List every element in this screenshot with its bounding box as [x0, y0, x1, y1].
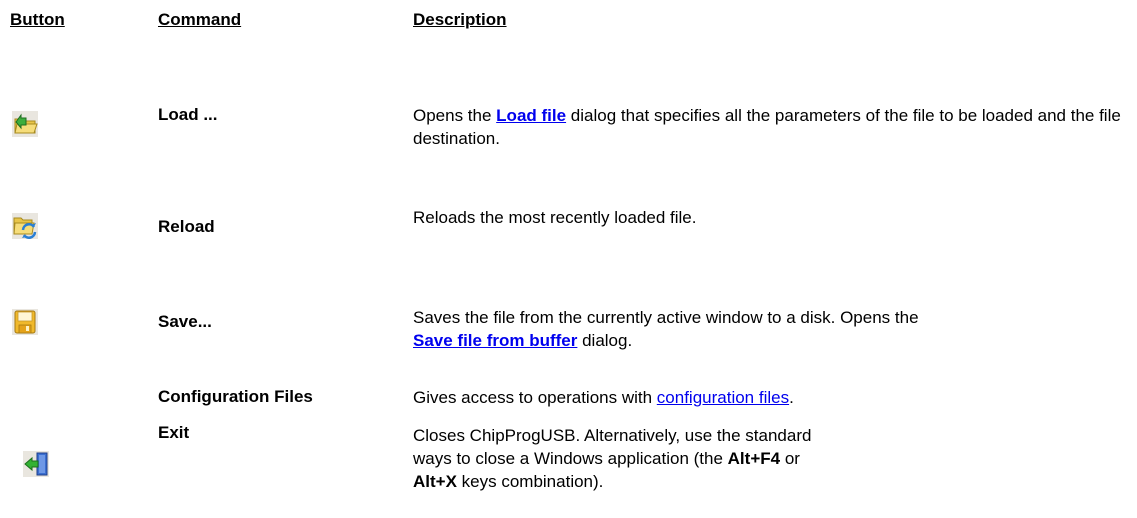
description-save: Saves the file from the currently active…: [413, 308, 919, 350]
description-load: Opens the Load file dialog that specifie…: [413, 106, 1121, 148]
key-alt-f4: Alt+F4: [727, 449, 781, 468]
open-folder-green-arrow-icon[interactable]: [12, 111, 38, 137]
command-reload: Reload: [158, 217, 215, 236]
header-button: Button: [10, 10, 65, 29]
command-exit: Exit: [158, 423, 190, 442]
configuration-files-link[interactable]: configuration files: [657, 388, 789, 407]
load-file-link[interactable]: Load file: [496, 106, 566, 125]
key-alt-x: Alt+X: [413, 472, 457, 491]
exit-door-arrow-icon[interactable]: [23, 451, 49, 477]
description-exit: Closes ChipProgUSB. Alternatively, use t…: [413, 426, 812, 491]
save-file-from-buffer-link[interactable]: Save file from buffer: [413, 331, 577, 350]
command-save: Save...: [158, 312, 212, 331]
description-configuration-files: Gives access to operations with configur…: [413, 388, 794, 407]
header-command: Command: [158, 10, 242, 29]
folder-reload-icon[interactable]: [12, 213, 38, 239]
floppy-disk-save-icon[interactable]: [12, 309, 38, 335]
command-load: Load ...: [158, 105, 218, 124]
command-configuration-files: Configuration Files: [158, 387, 313, 406]
description-reload: Reloads the most recently loaded file.: [413, 208, 697, 227]
header-description: Description: [413, 10, 507, 29]
